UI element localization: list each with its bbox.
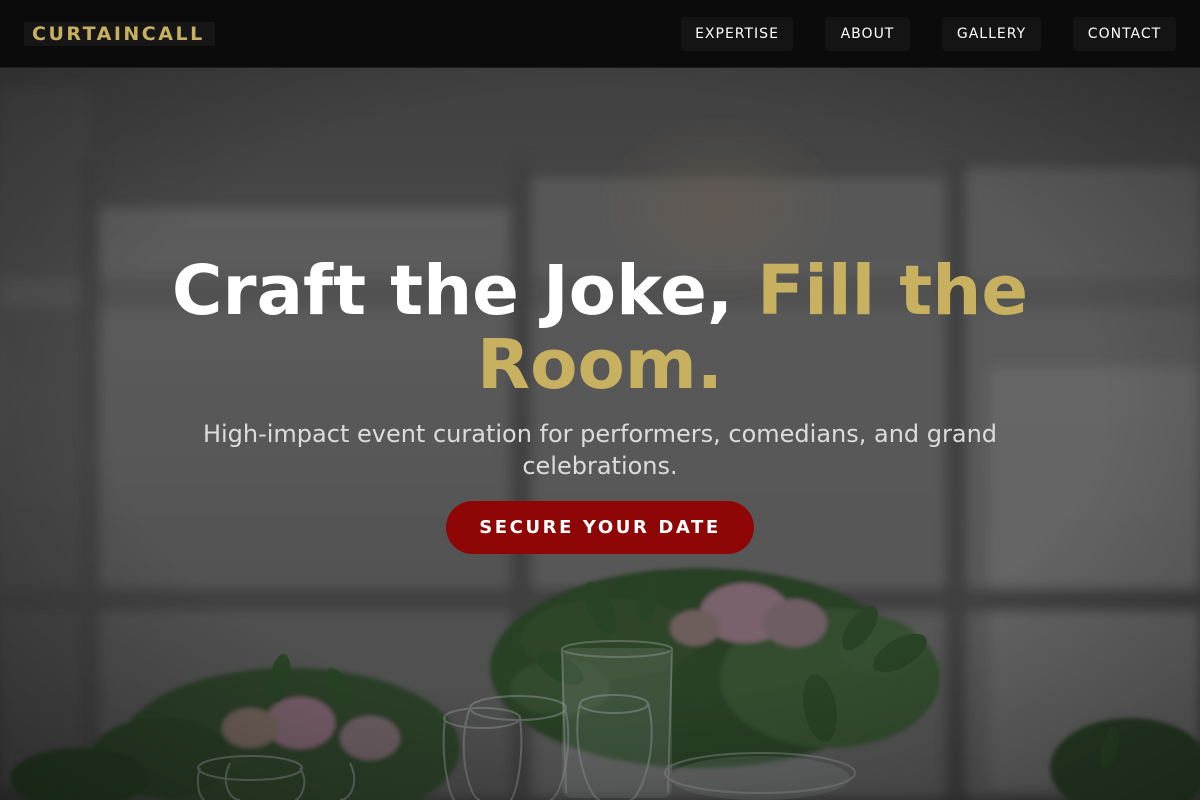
nav-link-contact[interactable]: CONTACT	[1073, 17, 1176, 51]
hero-subtitle: High-impact event curation for performer…	[202, 420, 998, 480]
nav-link-expertise[interactable]: EXPERTISE	[681, 17, 793, 51]
brand-logo[interactable]: CURTAINCALL	[24, 22, 215, 46]
nav-link-gallery[interactable]: GALLERY	[942, 17, 1041, 51]
hero-headline: Craft the Joke, Fill the Room.	[150, 254, 1050, 402]
nav-link-about[interactable]: ABOUT	[825, 17, 910, 51]
hero-headline-white: Craft the Joke,	[171, 251, 758, 331]
secure-date-button[interactable]: SECURE YOUR DATE	[446, 501, 754, 554]
top-navbar: CURTAINCALL EXPERTISE ABOUT GALLERY CONT…	[0, 0, 1200, 68]
